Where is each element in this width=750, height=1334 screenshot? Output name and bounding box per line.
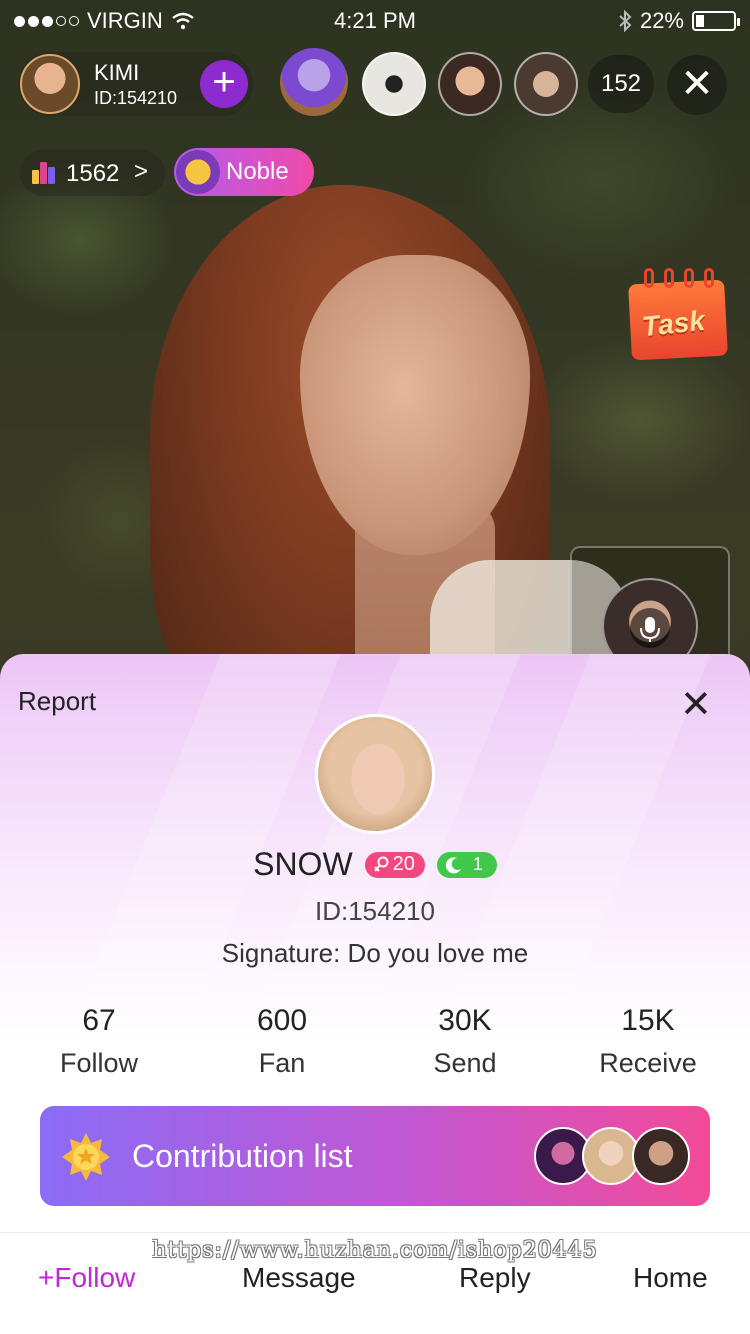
profile-stats: 67 Follow 600 Fan 30K Send 15K Receive	[0, 1004, 750, 1094]
ranking-pill[interactable]: 1562 >	[20, 150, 165, 196]
host-name: KIMI	[94, 60, 140, 85]
viewer-avatar[interactable]	[438, 52, 502, 116]
stat-follow[interactable]: 67 Follow	[9, 1004, 189, 1079]
bluetooth-icon	[619, 10, 632, 32]
noble-button[interactable]: Noble	[174, 148, 314, 196]
stat-receive[interactable]: 15K Receive	[558, 1004, 738, 1079]
profile-sheet: Report ✕ SNOW 20 1 ID:154210 Signature: …	[0, 654, 750, 1334]
stat-label: Send	[433, 1048, 497, 1078]
stat-value: 30K	[438, 1004, 492, 1037]
contribution-list-button[interactable]: Contribution list	[40, 1106, 710, 1206]
stat-value: 600	[256, 1004, 308, 1037]
moon-value: 1	[472, 854, 483, 874]
stat-label: Fan	[258, 1048, 306, 1078]
female-icon	[373, 856, 389, 872]
viewer-avatar[interactable]	[362, 52, 426, 116]
follow-button[interactable]: +Follow	[38, 1262, 135, 1294]
viewer-avatar-guardian[interactable]	[280, 48, 348, 116]
moon-badge: 1	[436, 851, 497, 878]
close-live-button[interactable]: ✕	[667, 55, 727, 115]
status-right: 22%	[618, 8, 740, 34]
calendar-rings	[644, 268, 714, 288]
stat-value: 67	[82, 1004, 116, 1037]
stat-value: 15K	[621, 1004, 675, 1037]
profile-signature: Signature: Do you love me	[221, 938, 529, 968]
crown-icon	[176, 150, 220, 194]
host-id: ID:154210	[94, 88, 178, 108]
close-icon[interactable]: ✕	[680, 686, 712, 724]
contribution-title: Contribution list	[132, 1138, 353, 1174]
stat-label: Follow	[59, 1048, 139, 1078]
ranking-value: 1562	[66, 160, 120, 187]
divider	[0, 1232, 750, 1233]
moon-icon	[445, 856, 461, 873]
chevron-right-icon: >	[134, 158, 149, 185]
stat-send[interactable]: 30K Send	[375, 1004, 555, 1079]
level-badge: 20	[364, 851, 425, 878]
stat-fan[interactable]: 600 Fan	[192, 1004, 372, 1079]
report-button[interactable]: Report	[18, 686, 96, 717]
bar-chart-icon	[32, 162, 56, 184]
name-row: SNOW 20 1	[0, 846, 750, 883]
profile-name: SNOW	[253, 846, 353, 882]
stat-label: Receive	[599, 1048, 697, 1078]
follow-host-button[interactable]: +	[200, 60, 248, 108]
viewer-count[interactable]: 152	[588, 55, 654, 113]
sun-badge-icon	[62, 1133, 110, 1181]
home-button[interactable]: Home	[633, 1262, 708, 1294]
guest-mic-window[interactable]	[570, 546, 730, 674]
battery-icon	[692, 11, 740, 31]
microphone-icon	[630, 608, 670, 648]
profile-id: ID:154210	[315, 896, 435, 926]
task-button[interactable]: Task	[626, 266, 730, 361]
status-bar: VIRGIN 4:21 PM 22%	[0, 0, 750, 40]
contributor-avatar	[632, 1127, 690, 1185]
task-label: Task	[640, 304, 707, 343]
profile-avatar[interactable]	[315, 714, 435, 834]
message-button[interactable]: Message	[242, 1262, 356, 1294]
viewer-avatar[interactable]	[514, 52, 578, 116]
battery-percent: 22%	[639, 8, 684, 33]
level-value: 20	[392, 853, 415, 875]
noble-label: Noble	[226, 158, 289, 185]
profile-actions: +Follow Message Reply Home	[0, 1262, 750, 1318]
watermark: https://www.huzhan.com/ishop20445	[152, 1238, 598, 1263]
host-avatar[interactable]	[20, 54, 80, 114]
reply-button[interactable]: Reply	[459, 1262, 531, 1294]
host-info[interactable]: KIMI ID:154210 +	[18, 52, 253, 116]
